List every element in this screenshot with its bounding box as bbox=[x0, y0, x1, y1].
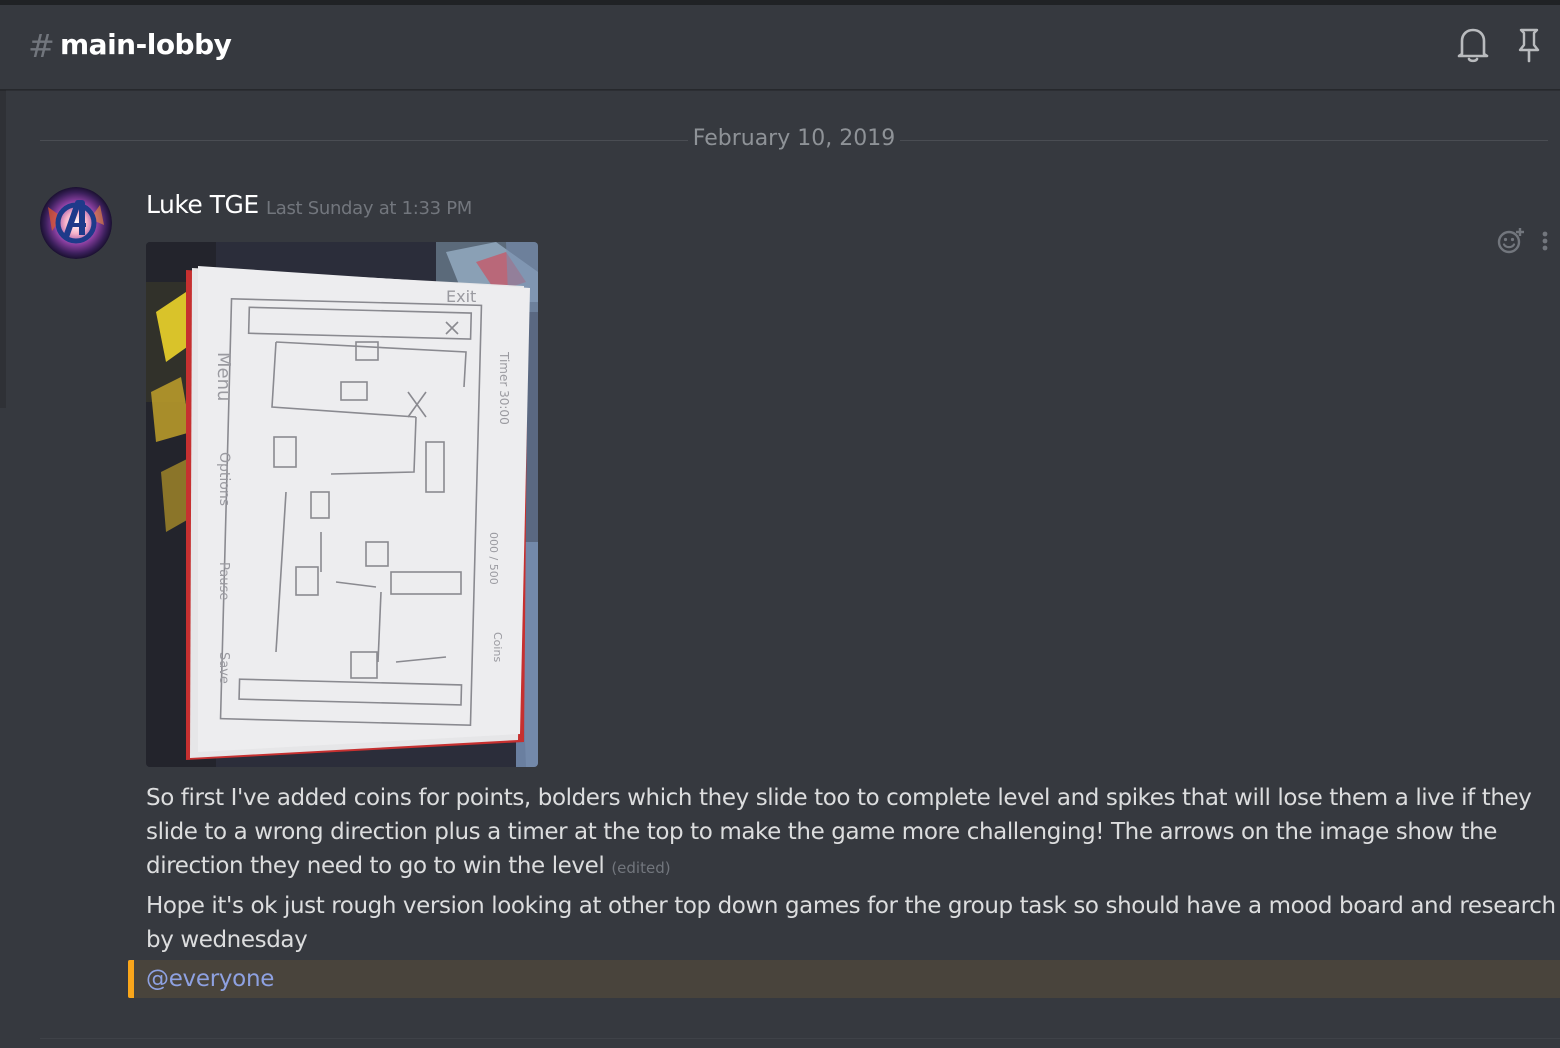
message-timestamp: Last Sunday at 1:33 PM bbox=[266, 198, 473, 219]
avengers-logo-avatar[interactable] bbox=[40, 187, 112, 259]
message-text-1: So first I've added coins for points, bo… bbox=[146, 781, 1556, 885]
divider-line-right bbox=[900, 140, 1548, 141]
svg-text:Options: Options bbox=[216, 452, 232, 506]
everyone-mention[interactable]: @everyone bbox=[146, 962, 274, 996]
channel-name: main-lobby bbox=[60, 28, 232, 61]
svg-text:Exit: Exit bbox=[446, 287, 476, 306]
channel-header: # main-lobby bbox=[0, 5, 1560, 90]
svg-text:000 / 500: 000 / 500 bbox=[487, 532, 500, 585]
message-text-2: Hope it's ok just rough version looking … bbox=[146, 893, 1556, 953]
channel-hash-icon: # bbox=[28, 27, 55, 65]
date-divider: February 10, 2019 bbox=[40, 120, 1548, 160]
divider-date: February 10, 2019 bbox=[692, 126, 896, 151]
svg-text:Menu: Menu bbox=[213, 352, 234, 401]
bottom-divider bbox=[40, 1038, 1560, 1039]
mention-bar bbox=[128, 960, 134, 998]
svg-text:Coins: Coins bbox=[491, 632, 504, 662]
hand-drawn-level-sketch-image[interactable]: Exit Menu Options Pause Save Timer 30:00… bbox=[146, 242, 538, 767]
message-body-1: So first I've added coins for points, bo… bbox=[146, 785, 1532, 879]
bell-icon[interactable] bbox=[1456, 27, 1490, 63]
scrollbar-track[interactable] bbox=[0, 90, 6, 408]
divider-line-left bbox=[40, 140, 688, 141]
message-author[interactable]: Luke TGE bbox=[146, 190, 259, 219]
mention-highlight: @everyone bbox=[128, 960, 1560, 998]
svg-text:Timer 30:00: Timer 30:00 bbox=[497, 351, 511, 425]
svg-text:Save: Save bbox=[216, 652, 231, 684]
pin-icon[interactable] bbox=[1512, 27, 1546, 63]
more-options-icon[interactable] bbox=[1538, 226, 1552, 256]
edited-label: (edited) bbox=[611, 859, 671, 877]
svg-text:Pause: Pause bbox=[216, 562, 231, 600]
add-reaction-icon[interactable] bbox=[1496, 226, 1526, 256]
